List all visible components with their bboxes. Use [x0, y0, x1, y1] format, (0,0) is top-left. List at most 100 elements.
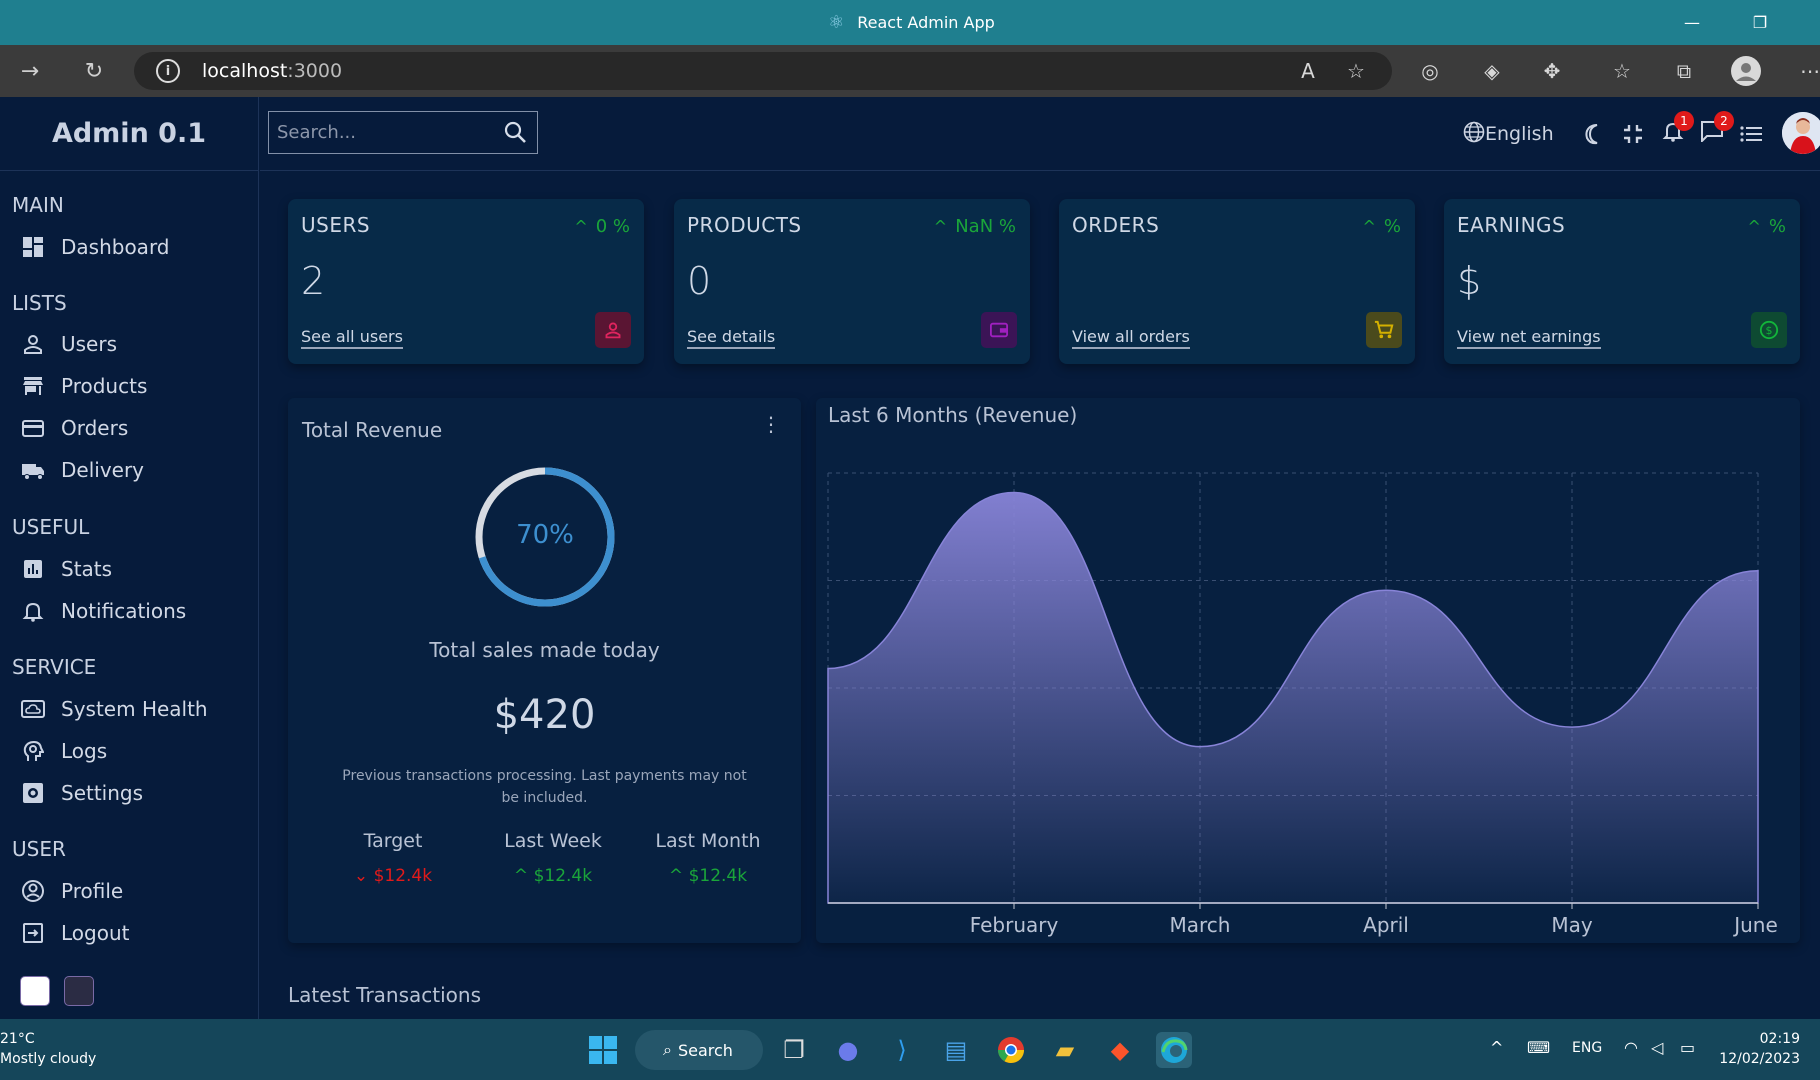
- taskbar-search[interactable]: ⌕ Search: [635, 1030, 763, 1070]
- restore-button[interactable]: ❐: [1736, 0, 1784, 45]
- avatar[interactable]: [1782, 112, 1820, 154]
- truck-icon: [20, 457, 46, 483]
- react-app-icon: ⚛: [828, 11, 845, 33]
- task-view-icon[interactable]: ❐: [776, 1032, 812, 1068]
- summary-label: Last Month: [655, 830, 761, 852]
- vscode-icon[interactable]: ⟩: [884, 1032, 920, 1068]
- refresh-icon[interactable]: ↻: [78, 55, 110, 87]
- wifi-icon[interactable]: ◠: [1624, 1038, 1638, 1057]
- sidebar-item-stats[interactable]: Stats: [20, 556, 112, 582]
- favorites-icon[interactable]: ☆: [1606, 55, 1638, 87]
- dark-mode-icon[interactable]: [1584, 119, 1606, 149]
- search-box[interactable]: Search...: [268, 111, 538, 154]
- cloud-icon: [20, 696, 46, 722]
- bar-chart-icon: [20, 556, 46, 582]
- chevron-up-icon[interactable]: ^: [1490, 1038, 1503, 1057]
- extension-browser-icon[interactable]: ◈: [1476, 55, 1508, 87]
- summary-label: Last Week: [504, 830, 602, 852]
- extension-target-icon[interactable]: ◎: [1414, 55, 1446, 87]
- sidebar-item-label: Logs: [61, 739, 108, 763]
- arrow-up-icon: ^: [574, 217, 588, 236]
- sidebar-item-settings[interactable]: Settings: [20, 780, 143, 806]
- chart-title: Last 6 Months (Revenue): [828, 403, 1078, 427]
- extensions-icon[interactable]: ✥: [1536, 55, 1568, 87]
- dark-theme-swatch[interactable]: [64, 976, 94, 1006]
- brave-icon[interactable]: ◆: [1102, 1032, 1138, 1068]
- add-favorite-icon[interactable]: ☆: [1340, 55, 1372, 87]
- more-vert-icon[interactable]: ⋮: [761, 414, 781, 434]
- sidebar-item-orders[interactable]: Orders: [20, 415, 128, 441]
- summary-value: ^ $12.4k: [668, 866, 748, 886]
- sidebar-item-products[interactable]: Products: [20, 373, 147, 399]
- sidebar-item-notifications[interactable]: Notifications: [20, 598, 186, 624]
- dollar-icon: $: [1751, 312, 1787, 348]
- info-icon[interactable]: i: [156, 59, 180, 83]
- address-bar[interactable]: i localhost:3000 A ☆: [134, 52, 1392, 90]
- notepad-icon[interactable]: ▤: [938, 1032, 974, 1068]
- sidebar-item-label: Stats: [61, 557, 113, 581]
- arrow-up-icon: ^: [668, 866, 689, 886]
- teams-chat-icon[interactable]: ●: [830, 1032, 866, 1068]
- see-all-users-link[interactable]: See all users: [301, 327, 403, 349]
- sidebar-item-users[interactable]: Users: [20, 331, 117, 357]
- arrow-up-icon: ^: [1362, 217, 1376, 236]
- sidebar-item-dashboard[interactable]: Dashboard: [20, 234, 170, 260]
- weather-widget[interactable]: 21°C Mostly cloudy: [0, 1029, 96, 1069]
- sidebar-item-logs[interactable]: Logs: [20, 738, 107, 764]
- view-net-earnings-link[interactable]: View net earnings: [1457, 327, 1601, 349]
- read-aloud-icon[interactable]: A: [1292, 55, 1324, 87]
- minimize-button[interactable]: —: [1668, 0, 1716, 45]
- fullscreen-exit-icon[interactable]: [1623, 119, 1643, 149]
- search-input[interactable]: Search...: [277, 122, 356, 143]
- sidebar-item-label: System Health: [61, 697, 208, 721]
- sidebar-item-label: Settings: [61, 781, 144, 805]
- widget-users: USERS ^ 0 % 2 See all users: [288, 199, 644, 364]
- collections-icon[interactable]: ⧉: [1668, 55, 1700, 87]
- sidebar-item-system-health[interactable]: System Health: [20, 696, 208, 722]
- url-host: localhost: [202, 60, 288, 82]
- view-all-orders-link[interactable]: View all orders: [1072, 327, 1190, 349]
- see-details-link[interactable]: See details: [687, 327, 776, 349]
- credit-card-icon: [20, 415, 46, 441]
- forward-icon[interactable]: →: [14, 55, 46, 87]
- list-icon[interactable]: [1740, 119, 1762, 149]
- weather-temp: 21°C: [0, 1031, 35, 1047]
- edge-icon[interactable]: [1156, 1032, 1192, 1068]
- language-indicator[interactable]: ENG: [1572, 1040, 1602, 1056]
- globe-icon: [1463, 121, 1485, 148]
- widget-value: $: [1457, 259, 1482, 303]
- language-selector[interactable]: English: [1463, 119, 1554, 149]
- more-icon[interactable]: ⋯: [1794, 55, 1820, 87]
- keyboard-icon[interactable]: ⌨: [1527, 1038, 1550, 1057]
- widget-title: ORDERS: [1072, 213, 1160, 237]
- revenue-amount: $420: [493, 692, 596, 738]
- date-label: 12/02/2023: [1719, 1051, 1800, 1067]
- profile-icon[interactable]: [1730, 55, 1762, 87]
- app-logo[interactable]: Admin 0.1: [0, 97, 258, 171]
- light-theme-swatch[interactable]: [20, 976, 50, 1006]
- sidebar-item-logout[interactable]: Logout: [20, 920, 129, 946]
- search-icon[interactable]: [503, 120, 527, 149]
- sidebar-item-label: Profile: [61, 879, 124, 903]
- sidebar-item-delivery[interactable]: Delivery: [20, 457, 144, 483]
- top-navbar: Search... English 1 2: [260, 97, 1820, 171]
- file-explorer-icon[interactable]: ▰: [1047, 1032, 1083, 1068]
- summary-label: Target: [363, 830, 423, 852]
- summary-value: ^ $12.4k: [513, 866, 593, 886]
- arrow-up-icon: ^: [933, 217, 948, 236]
- total-revenue-panel: Total Revenue ⋮ 70% Total sales made tod…: [288, 398, 801, 943]
- battery-icon[interactable]: ▭: [1680, 1038, 1695, 1057]
- sidebar-item-profile[interactable]: Profile: [20, 878, 123, 904]
- clock[interactable]: 02:19 12/02/2023: [1716, 1029, 1800, 1069]
- arrow-up-icon: ^: [513, 866, 534, 886]
- volume-icon[interactable]: ◁: [1651, 1038, 1663, 1057]
- url-port: :3000: [287, 60, 343, 82]
- notifications-button[interactable]: 1: [1662, 111, 1694, 149]
- chrome-icon[interactable]: [993, 1032, 1029, 1068]
- window-title-bar: ⚛ React Admin App — ❐: [0, 0, 1820, 45]
- arrow-down-icon: ⌄: [353, 866, 374, 886]
- windows-start-icon[interactable]: [585, 1032, 621, 1068]
- section-user: USER: [12, 837, 66, 861]
- messages-button[interactable]: 2: [1700, 111, 1734, 149]
- bell-icon: [20, 598, 46, 624]
